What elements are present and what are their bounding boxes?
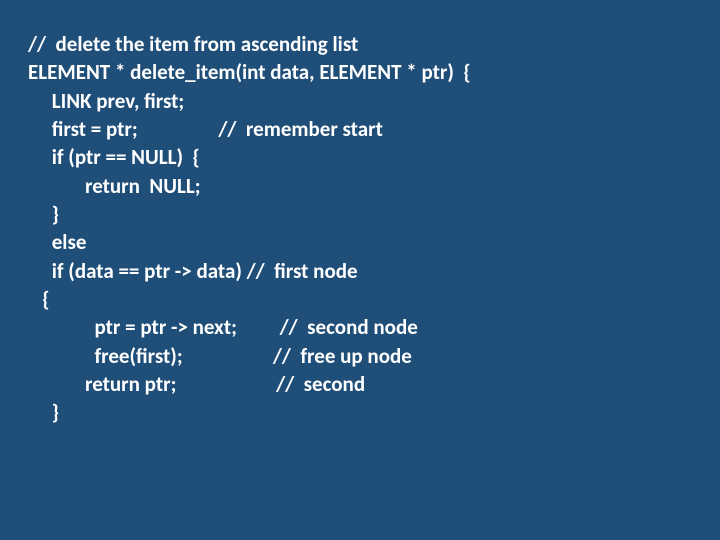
code-line: { xyxy=(28,286,49,312)
code-line: return ptr; // second xyxy=(28,371,365,397)
code-line: LINK prev, first; xyxy=(28,88,184,114)
code-line: first = ptr; // remember start xyxy=(28,116,383,142)
code-line: } xyxy=(28,399,59,425)
code-line: else xyxy=(28,229,86,255)
code-line: ptr = ptr -> next; // second node xyxy=(28,314,418,340)
code-line: free(first); // free up node xyxy=(28,343,412,369)
code-line: // delete the item from ascending list xyxy=(28,31,358,57)
code-line: return NULL; xyxy=(28,173,201,199)
code-line: if (ptr == NULL) { xyxy=(28,144,200,170)
code-line: ELEMENT * delete_item(int data, ELEMENT … xyxy=(28,59,471,85)
code-line: } xyxy=(28,201,59,227)
code-slide: // delete the item from ascending list E… xyxy=(0,0,720,540)
code-line: if (data == ptr -> data) // first node xyxy=(28,258,358,284)
